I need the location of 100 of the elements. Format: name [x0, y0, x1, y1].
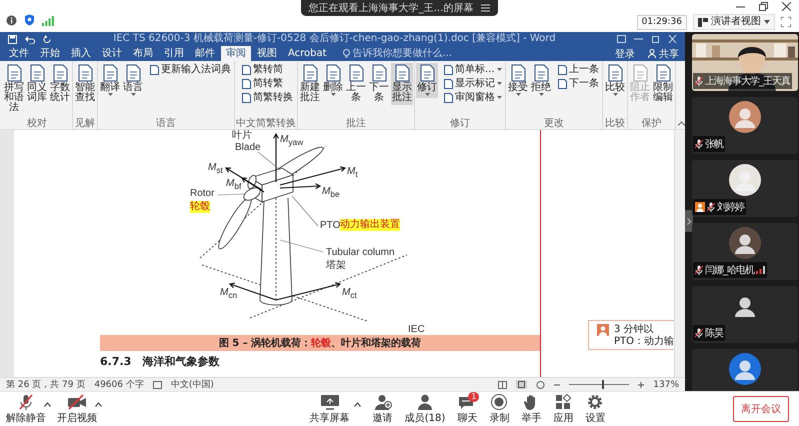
caret-icon[interactable] — [95, 402, 102, 406]
avatar-icon — [597, 324, 609, 336]
ribbon-button[interactable]: 审阅窗格 — [442, 91, 504, 104]
ribbon-tab[interactable]: Acrobat — [283, 46, 332, 61]
document-icon — [631, 64, 649, 82]
ribbon-button[interactable]: 下一条 — [368, 63, 390, 105]
participant-tile[interactable]: 刘婷婷 — [692, 160, 798, 217]
participant-tile[interactable]: 上海海事大学_王天真 — [692, 34, 798, 91]
read-mode-icon[interactable] — [498, 380, 508, 388]
toolbar-button[interactable]: 开启视频 — [57, 394, 97, 424]
ribbon-button[interactable]: 显示标记 — [442, 77, 504, 90]
ribbon-button[interactable]: 接受 — [507, 63, 529, 98]
info-icon[interactable] — [6, 15, 17, 26]
ribbon-button[interactable]: 字数统计 — [49, 63, 71, 105]
redo-icon[interactable] — [43, 34, 52, 44]
ribbon-button[interactable]: 翻译 — [99, 63, 121, 98]
diagram-label: M$_{st}$ — [208, 162, 223, 176]
ribbon-options-icon[interactable] — [617, 35, 626, 43]
ribbon-button[interactable]: 同义词库 — [26, 63, 48, 105]
ribbon-button[interactable]: 比较 — [604, 63, 626, 98]
ribbon-button[interactable]: 更新输入法词典 — [148, 63, 233, 76]
proofing-icon[interactable] — [152, 380, 162, 388]
leave-meeting-button[interactable]: 离开会议 — [733, 396, 789, 422]
ribbon-button[interactable]: 下一条 — [556, 77, 601, 90]
person-icon — [416, 394, 434, 410]
toolbar-button[interactable]: 应用 — [553, 394, 574, 424]
group-label: 批注 — [346, 118, 366, 129]
ribbon-button[interactable]: 上一条 — [556, 63, 601, 76]
caret-icon[interactable] — [354, 402, 361, 406]
ribbon-button[interactable]: 上一条 — [345, 63, 367, 105]
view-button[interactable]: 演讲者视图 — [693, 14, 775, 30]
zoom-level[interactable]: 137% — [653, 380, 679, 390]
undo-icon[interactable] — [25, 34, 35, 44]
apps-icon — [554, 394, 572, 410]
ribbon-tab[interactable]: 开始 — [35, 46, 65, 61]
ribbon-tab[interactable]: 视图 — [252, 46, 282, 61]
toolbar-button[interactable]: 解除静音 — [6, 394, 46, 424]
collapse-handle[interactable] — [685, 210, 693, 232]
participant-tile[interactable]: 张帆 — [692, 97, 798, 154]
ribbon-tab[interactable]: 文件 — [4, 46, 34, 61]
collapse-icon[interactable] — [678, 121, 685, 126]
toolbar-button[interactable]: 成员(18) — [404, 394, 446, 424]
ribbon-button[interactable]: 拒绝 — [530, 63, 552, 98]
ribbon-tab[interactable]: 设计 — [97, 46, 127, 61]
fullscreen-icon[interactable] — [781, 17, 791, 27]
diagram-label: M$_{be}$ — [322, 186, 340, 200]
caret-icon[interactable] — [44, 402, 51, 406]
group-label: 修订 — [450, 118, 470, 129]
sign-in-link[interactable]: 登录 — [609, 46, 641, 61]
ribbon-button[interactable]: 简单标... — [442, 63, 504, 76]
toolbar-button[interactable]: 举手 — [521, 394, 542, 424]
toolbar-button[interactable]: 1 聊天 — [457, 394, 478, 424]
toolbar-button[interactable]: 共享屏幕 — [310, 394, 350, 424]
toolbar-button[interactable]: 邀请 — [372, 394, 393, 424]
participant-tile[interactable]: 闫娜_哈电机 — [692, 223, 798, 280]
ribbon-button[interactable]: 繁转简 — [240, 63, 295, 76]
shield-icon[interactable] — [24, 14, 35, 26]
caret-icon — [497, 96, 502, 99]
leader-line — [292, 196, 318, 226]
save-icon[interactable] — [8, 34, 17, 44]
web-layout-icon[interactable] — [536, 380, 546, 388]
ribbon-button[interactable]: 简繁转换 — [240, 91, 295, 104]
group-label: 校对 — [27, 118, 47, 129]
participant-tile[interactable]: 陈昊 — [692, 286, 798, 343]
ribbon-button[interactable]: 新建批注 — [299, 63, 321, 105]
scrollbar[interactable] — [674, 130, 685, 377]
ribbon-tab[interactable]: 插入 — [66, 46, 96, 61]
close-icon[interactable] — [782, 2, 791, 11]
caret-icon — [538, 93, 544, 96]
ribbon-tab[interactable]: 引用 — [159, 46, 189, 61]
leader-line — [218, 194, 244, 196]
restore-icon[interactable] — [759, 2, 768, 11]
moment-arrow — [275, 282, 342, 301]
toolbar-button[interactable]: 录制 — [489, 394, 510, 424]
ribbon-tab[interactable]: 邮件 — [190, 46, 220, 61]
ribbon-button[interactable]: 修订 — [416, 63, 438, 98]
avatar — [729, 164, 761, 196]
search-field[interactable]: 告诉我你想要做什么... — [342, 46, 483, 61]
participant-tile[interactable] — [692, 349, 798, 391]
ribbon-button[interactable]: 智能查找 — [74, 63, 96, 105]
diagram-label: M$_{bf}$ — [226, 178, 242, 192]
menu-icon[interactable] — [481, 4, 490, 12]
ribbon-button[interactable]: 限制编辑 — [652, 63, 674, 105]
restore-icon[interactable] — [651, 35, 660, 43]
microphone-icon — [17, 394, 35, 410]
ribbon-button[interactable]: 删除 — [322, 63, 344, 98]
comment-balloon[interactable]: 3 分钟以 PTO：动力输 — [588, 320, 674, 350]
toolbar-button[interactable]: 设置 — [585, 394, 606, 424]
word-count: 49606 个字 — [94, 378, 144, 391]
language-status[interactable]: 中文(中国) — [170, 378, 214, 391]
ribbon-button[interactable]: 拼写和语法 — [3, 63, 25, 115]
zoom-out-icon[interactable] — [554, 382, 560, 388]
ribbon-button[interactable]: 语言 — [122, 63, 144, 98]
ribbon-tab[interactable]: 审阅 — [221, 46, 251, 61]
ribbon-button[interactable]: 简转繁 — [240, 77, 295, 90]
print-layout-icon[interactable] — [516, 380, 528, 389]
ribbon-button[interactable]: 显示批注 — [391, 63, 413, 105]
zoom-in-icon[interactable] — [638, 382, 644, 388]
share-button[interactable]: 共享 — [642, 46, 685, 61]
ribbon-tab[interactable]: 布局 — [128, 46, 158, 61]
